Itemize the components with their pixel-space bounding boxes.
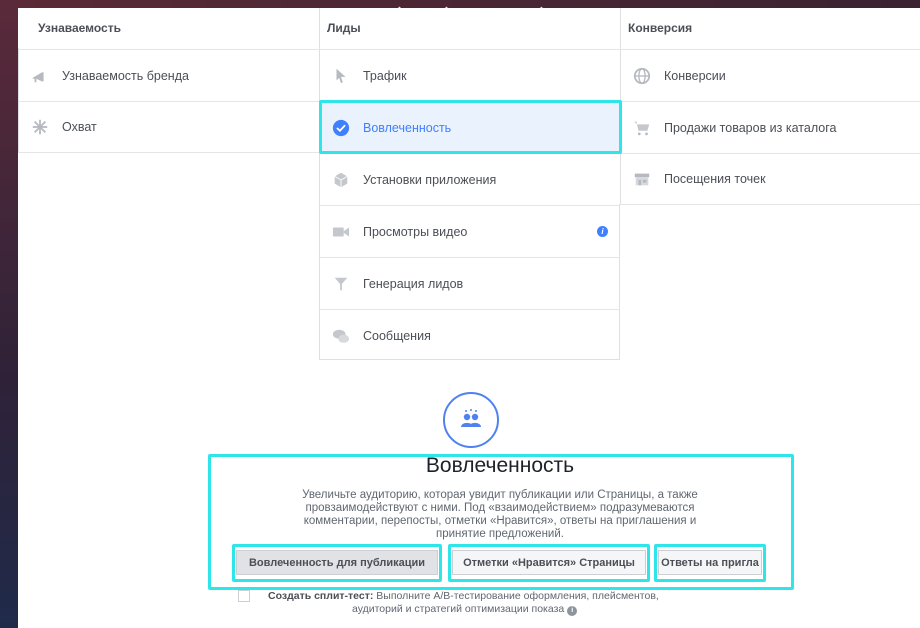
- background-top: [18, 0, 920, 8]
- info-icon[interactable]: i: [597, 226, 608, 237]
- objective-lead-generation[interactable]: Генерация лидов: [319, 257, 620, 309]
- highlight-page-likes: [448, 544, 650, 582]
- objective-app-installs[interactable]: Установки приложения: [319, 153, 620, 205]
- split-test-text: Выполните A/B-тестирование оформления, п…: [376, 590, 659, 602]
- objective-traffic[interactable]: Трафик: [319, 49, 620, 101]
- objective-label: Сообщения: [363, 328, 431, 343]
- highlight-selected-objective: [319, 100, 622, 154]
- objective-label: Конверсии: [664, 68, 726, 83]
- split-test-label: Создать сплит-тест:: [268, 590, 374, 602]
- video-camera-icon: [331, 222, 351, 242]
- split-test-line1: Создать сплит-тест: Выполните A/B-тестир…: [268, 590, 659, 603]
- objective-panel: Узнаваемость Лиды Конверсия Узнаваемость…: [18, 8, 920, 628]
- info-icon[interactable]: i: [567, 606, 578, 616]
- objective-video-views[interactable]: Просмотры видео i: [319, 205, 620, 257]
- people-icon: [443, 392, 499, 448]
- column-header-conversion: Конверсия: [628, 21, 693, 35]
- asterisk-icon: [30, 117, 50, 137]
- objective-conversions[interactable]: Конверсии: [620, 49, 920, 101]
- highlight-post-engagement: [232, 544, 442, 582]
- split-test-text: аудиторий и стратегий оптимизации показа: [352, 603, 565, 615]
- column-header-leads: Лиды: [327, 21, 361, 35]
- objective-reach[interactable]: Охват: [18, 101, 319, 153]
- objective-store-visits[interactable]: Посещения точек: [620, 153, 920, 205]
- cart-icon: [632, 118, 652, 138]
- split-test-checkbox[interactable]: [238, 590, 250, 602]
- globe-icon: [632, 66, 652, 86]
- objective-label: Охват: [62, 120, 97, 134]
- chat-bubbles-icon: [331, 326, 351, 346]
- column-header-awareness: Узнаваемость: [38, 21, 121, 35]
- objective-label: Продажи товаров из каталога: [664, 120, 837, 135]
- objective-label: Узнаваемость бренда: [62, 68, 189, 83]
- objective-label: Трафик: [363, 68, 407, 83]
- funnel-icon: [331, 274, 351, 294]
- highlight-event-responses: [654, 544, 766, 582]
- objective-label: Просмотры видео: [363, 224, 468, 239]
- objective-brand-awareness[interactable]: Узнаваемость бренда: [18, 49, 319, 101]
- cube-icon: [331, 170, 351, 190]
- store-icon: [632, 169, 652, 189]
- objective-label: Посещения точек: [664, 172, 766, 186]
- objective-label: Генерация лидов: [363, 276, 464, 291]
- background-left: [0, 0, 18, 628]
- objective-label: Установки приложения: [363, 172, 497, 187]
- cursor-icon: [331, 66, 351, 86]
- objective-messages[interactable]: Сообщения: [319, 309, 620, 361]
- megaphone-icon: [30, 66, 50, 86]
- split-test-line2: аудиторий и стратегий оптимизации показа…: [352, 603, 578, 616]
- objective-catalog-sales[interactable]: Продажи товаров из каталога: [620, 101, 920, 153]
